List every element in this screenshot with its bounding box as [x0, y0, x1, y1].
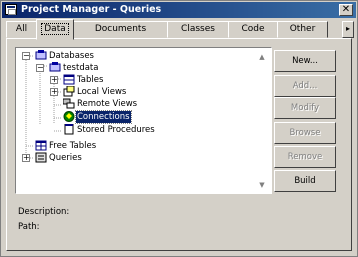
queries-icon [35, 152, 47, 163]
scroll-down-arrow[interactable]: ▼ [256, 180, 268, 191]
tab-other[interactable]: Other [277, 21, 328, 38]
collapse-icon[interactable]: − [36, 64, 44, 72]
tab-data[interactable]: Data [36, 19, 74, 40]
tab-strip: All Data Documents Classes Code Other ▸ [6, 19, 354, 40]
tab-classes[interactable]: Classes [167, 21, 229, 38]
connection-icon [63, 111, 75, 122]
stored-procedure-icon [64, 124, 74, 135]
collapse-icon[interactable]: − [22, 52, 30, 60]
add-button-label: Add... [292, 81, 318, 91]
expand-icon[interactable]: + [50, 76, 58, 84]
build-button-label: Build [294, 176, 316, 186]
modify-button[interactable]: Modify [274, 97, 336, 119]
database-icon [35, 50, 47, 60]
tree-item-label: Tables [77, 75, 104, 85]
free-tables-icon [35, 140, 47, 151]
tab-label: Code [241, 24, 265, 34]
scroll-up-arrow[interactable]: ▲ [256, 52, 268, 63]
new-button-label: New... [292, 56, 318, 66]
build-button[interactable]: Build [274, 170, 336, 192]
add-button[interactable]: Add... [274, 75, 336, 97]
project-manager-icon [5, 4, 17, 15]
tree-item-label: Stored Procedures [77, 125, 155, 135]
tab-code[interactable]: Code [228, 21, 278, 38]
database-icon [49, 62, 61, 72]
tab-label: Other [289, 24, 316, 34]
expand-icon[interactable]: + [50, 88, 58, 96]
remove-button[interactable]: Remove [274, 146, 336, 168]
browse-button[interactable]: Browse [274, 122, 336, 144]
local-view-icon [63, 86, 75, 97]
table-icon [63, 74, 75, 85]
new-button[interactable]: New... [274, 50, 336, 72]
tab-label: Data [41, 23, 69, 35]
tree-item-label: Remote Views [77, 99, 138, 109]
tree-item-label: Queries [49, 153, 82, 163]
modify-button-label: Modify [290, 103, 320, 113]
tree-item-label: Databases [49, 51, 94, 61]
expand-icon[interactable]: + [22, 154, 30, 162]
tree-item-label: Local Views [77, 87, 127, 97]
browse-button-label: Browse [289, 128, 321, 138]
tab-documents[interactable]: Documents [73, 21, 168, 38]
tree-item-label: testdata [63, 63, 99, 73]
close-button[interactable]: ✕ [339, 4, 353, 16]
project-tree[interactable]: − Databases − testdata + Tables + Local … [15, 47, 272, 194]
tab-scroll-button[interactable]: ▸ [342, 21, 354, 38]
description-label: Description: [18, 207, 70, 217]
remove-button-label: Remove [287, 152, 323, 162]
window-title: Project Manager - Queries [21, 4, 162, 15]
tab-label: Documents [94, 24, 147, 34]
title-bar[interactable]: Project Manager - Queries ✕ [2, 2, 356, 18]
remote-view-icon [63, 98, 75, 109]
tab-all[interactable]: All [6, 21, 37, 38]
tab-label: Classes [181, 24, 215, 34]
tree-item-label: Free Tables [49, 141, 97, 151]
path-label: Path: [18, 222, 40, 232]
tab-label: All [15, 24, 28, 34]
tree-item-label: Connections [75, 110, 132, 124]
